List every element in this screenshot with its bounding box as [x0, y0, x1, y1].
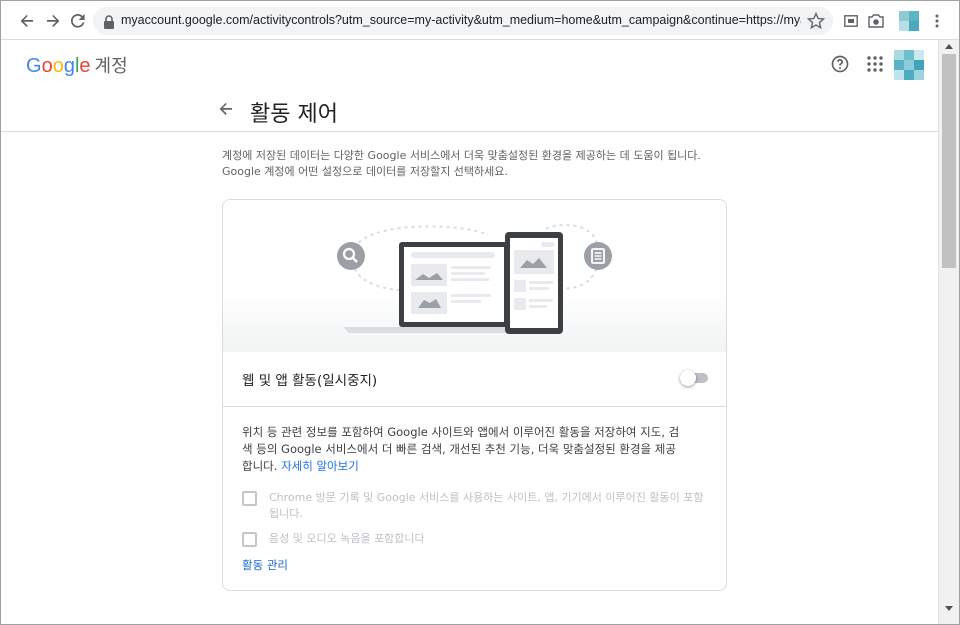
reload-icon[interactable] [66, 9, 90, 33]
logo-letter: g [63, 55, 75, 77]
logo-letter: G [26, 55, 42, 77]
url-text[interactable]: myaccount.google.com/activitycontrols?ut… [121, 13, 801, 27]
address-bar[interactable]: myaccount.google.com/activitycontrols?ut… [93, 7, 833, 35]
audio-checkbox[interactable] [242, 532, 257, 547]
cast-icon[interactable] [841, 11, 861, 31]
help-icon[interactable] [828, 52, 852, 76]
audio-label: 음성 및 오디오 녹음을 포함합니다 [269, 532, 425, 545]
setting-label: 웹 및 앱 활동(일시중지) [242, 373, 378, 389]
back-arrow-icon[interactable] [218, 98, 240, 120]
forward-arrow-icon[interactable] [41, 9, 65, 33]
page-title: 활동 제어 [250, 102, 338, 127]
chrome-history-option: Chrome 방문 기록 및 Google 서비스를 사용하는 사이트, 앱, … [242, 490, 712, 524]
document-icon [584, 242, 612, 270]
camera-icon[interactable] [866, 11, 886, 31]
description-line: Google 계정에 어떤 설정으로 데이터를 저장할지 선택하세요. [222, 165, 508, 178]
description-line: 계정에 저장된 데이터는 다양한 Google 서비스에서 더욱 맞춤설정된 환… [222, 149, 701, 162]
audio-option: 음성 및 오디오 녹음을 포함합니다 [242, 531, 712, 549]
logo-letter: o [52, 55, 64, 77]
scrollbar[interactable] [938, 40, 960, 625]
manage-activity-link[interactable]: 활동 관리 [242, 557, 288, 573]
scroll-down-icon[interactable] [945, 606, 953, 611]
logo-letter: o [41, 55, 53, 77]
chrome-history-label: Chrome 방문 기록 및 Google 서비스를 사용하는 사이트, 앱, … [269, 491, 704, 520]
menu-icon[interactable] [927, 11, 947, 31]
scroll-up-icon[interactable] [945, 44, 953, 49]
web-app-activity-card: 웹 및 앱 활동(일시중지) 위치 등 관련 정보를 포함하여 Google 사… [222, 199, 727, 591]
learn-more-link[interactable]: 자세히 알아보기 [281, 459, 359, 473]
activity-illustration [223, 200, 726, 352]
lock-icon [103, 14, 115, 29]
star-icon[interactable] [806, 11, 826, 30]
setting-description: 위치 등 관련 정보를 포함하여 Google 사이트와 앱에서 이루어진 활동… [242, 424, 682, 475]
avatar[interactable] [898, 10, 920, 32]
account-label: 계정 [94, 56, 128, 77]
activity-toggle[interactable] [680, 370, 710, 386]
account-header: Google 계정 [0, 40, 938, 92]
page-title-bar: 활동 제어 [0, 92, 938, 132]
scrollbar-thumb[interactable] [942, 54, 956, 268]
web-app-activity-setting: 웹 및 앱 활동(일시중지) [223, 352, 726, 407]
logo-letter: e [79, 55, 91, 77]
apps-grid-icon[interactable] [863, 52, 887, 76]
google-logo[interactable]: Google 계정 [26, 52, 128, 78]
chrome-history-checkbox[interactable] [242, 491, 257, 506]
avatar[interactable] [894, 50, 924, 80]
browser-toolbar: myaccount.google.com/activitycontrols?ut… [0, 0, 960, 40]
page-description: 계정에 저장된 데이터는 다양한 Google 서비스에서 더욱 맞춤설정된 환… [222, 148, 742, 180]
toggle-knob [680, 370, 696, 386]
search-icon [337, 242, 365, 270]
back-arrow-icon[interactable] [15, 9, 39, 33]
